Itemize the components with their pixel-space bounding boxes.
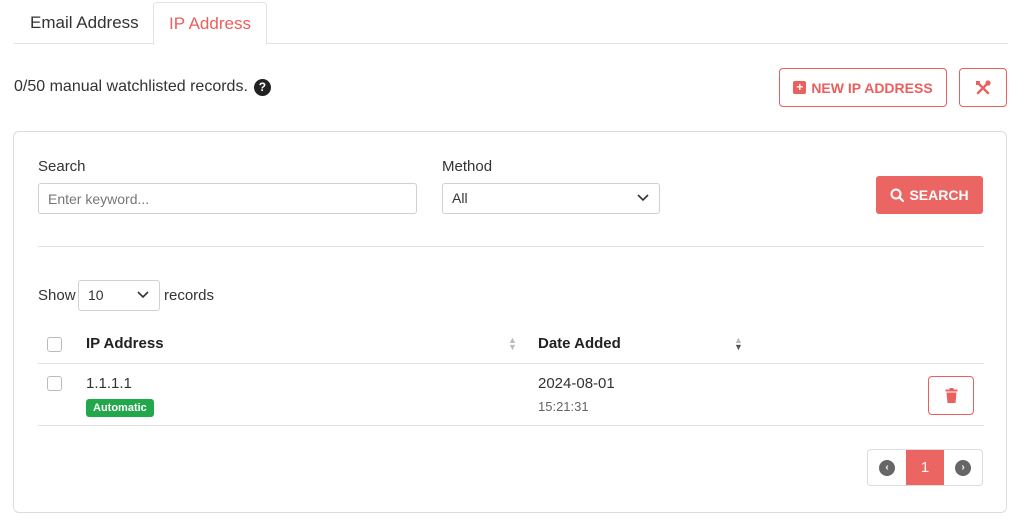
prev-page-button[interactable]: ‹ <box>868 450 906 485</box>
table-header-divider <box>38 363 984 364</box>
help-icon[interactable]: ? <box>253 78 271 96</box>
column-date-added[interactable]: Date Added <box>538 335 621 352</box>
delete-button[interactable] <box>928 376 974 415</box>
page-number-current[interactable]: 1 <box>906 450 944 485</box>
new-ip-address-label: NEW IP ADDRESS <box>811 79 933 96</box>
search-button-label: SEARCH <box>909 187 969 203</box>
divider <box>38 246 984 247</box>
date-added-cell: 2024-08-01 <box>538 375 615 392</box>
table-row-divider <box>38 425 984 426</box>
automatic-badge: Automatic <box>86 399 154 417</box>
search-input[interactable] <box>38 183 417 214</box>
tab-bar: Email Address IP Address <box>14 2 1008 45</box>
next-page-button[interactable]: › <box>944 450 982 485</box>
select-all-checkbox[interactable] <box>47 337 62 352</box>
sort-down-icon: ▼ <box>508 342 517 352</box>
page-size-value: 10 <box>88 287 104 303</box>
time-added-cell: 15:21:31 <box>538 399 589 414</box>
summary-text: 0/50 manual watchlisted records. <box>14 78 248 95</box>
tools-icon <box>976 79 991 94</box>
method-value: All <box>452 190 468 206</box>
filter-panel: Search Method All SEARCH Show 10 records… <box>13 131 1007 513</box>
chevron-down-icon <box>637 194 649 202</box>
sort-down-icon: ▼ <box>734 342 743 352</box>
chevron-left-icon: ‹ <box>879 459 895 476</box>
ip-address-cell: 1.1.1.1 <box>86 375 132 392</box>
column-ip-address[interactable]: IP Address <box>86 335 164 352</box>
search-label: Search <box>38 158 86 175</box>
records-label: records <box>164 287 215 304</box>
chevron-down-icon <box>137 291 149 299</box>
plus-square-icon: + <box>793 81 807 94</box>
new-ip-address-button[interactable]: + NEW IP ADDRESS <box>779 68 947 107</box>
watchlist-summary: 0/50 manual watchlisted records. ? <box>14 78 271 96</box>
row-checkbox[interactable] <box>47 376 62 391</box>
search-icon <box>890 188 905 202</box>
pagination: ‹ 1 › <box>867 449 983 486</box>
method-label: Method <box>442 158 493 175</box>
chevron-right-icon: › <box>955 459 971 476</box>
method-select[interactable]: All <box>442 183 660 214</box>
tools-button[interactable] <box>959 68 1007 107</box>
search-button[interactable]: SEARCH <box>876 176 983 214</box>
tab-ip-address[interactable]: IP Address <box>153 2 267 45</box>
trash-icon <box>945 388 957 403</box>
show-label: Show <box>38 287 76 304</box>
tab-email-address[interactable]: Email Address <box>30 2 139 44</box>
sort-ip-address[interactable]: ▲ ▼ <box>508 336 517 352</box>
sort-date-added[interactable]: ▲ ▼ <box>734 336 743 352</box>
page-size-select[interactable]: 10 <box>78 280 160 311</box>
